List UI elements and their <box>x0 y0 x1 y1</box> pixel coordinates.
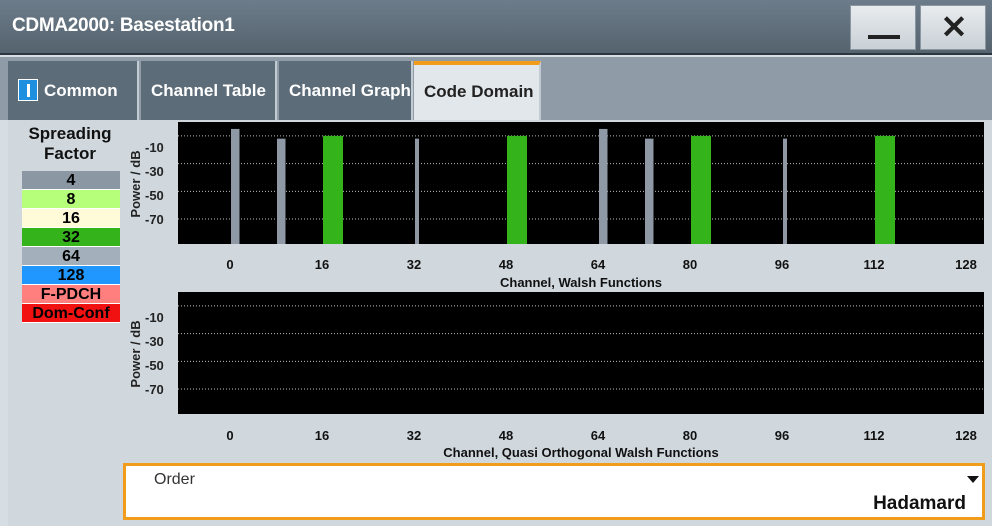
upper-y-tick: -30 <box>145 164 164 179</box>
x-tick-label: 32 <box>406 428 422 443</box>
upper-y-axis-label: Power / dB <box>128 150 143 218</box>
channel-bar <box>507 135 527 244</box>
legend-item: 4 <box>22 171 120 190</box>
lower-y-tick: -10 <box>145 310 164 325</box>
upper-x-axis-label: Channel, Walsh Functions <box>499 275 663 290</box>
minimize-icon <box>868 35 900 39</box>
x-tick-label: 128 <box>955 257 977 272</box>
x-tick-label: 48 <box>498 257 514 272</box>
channel-bar <box>231 128 240 244</box>
close-icon: ✕ <box>940 9 968 45</box>
tab-channel-table[interactable]: Channel Table <box>141 61 277 120</box>
x-tick-label: 128 <box>955 428 977 443</box>
minimize-button[interactable] <box>850 5 916 50</box>
lower-y-tick: -30 <box>145 334 164 349</box>
upper-code-domain-plot <box>178 122 984 244</box>
x-tick-label: 96 <box>774 428 790 443</box>
x-tick-label: 48 <box>498 428 514 443</box>
tab-channel-table-label: Channel Table <box>151 81 266 100</box>
tab-code-domain[interactable]: Code Domain <box>414 61 541 120</box>
close-button[interactable]: ✕ <box>920 5 986 50</box>
upper-y-tick: -70 <box>145 212 164 227</box>
x-tick-label: 112 <box>863 428 885 443</box>
order-label: Order <box>154 471 195 488</box>
tab-common[interactable]: Common <box>8 61 139 120</box>
x-tick-label: 112 <box>863 257 885 272</box>
info-icon <box>18 78 38 101</box>
x-tick-label: 16 <box>314 428 330 443</box>
legend-item: 8 <box>22 190 120 209</box>
x-tick-label: 0 <box>226 428 234 443</box>
channel-bar <box>277 138 286 244</box>
x-tick-label: 64 <box>590 428 606 443</box>
tab-channel-graph-label: Channel Graph <box>289 81 411 100</box>
legend-item: 64 <box>22 247 120 266</box>
upper-plot-svg <box>178 128 984 244</box>
channel-bar <box>875 135 895 244</box>
channel-bar <box>599 128 608 244</box>
legend-item: 16 <box>22 209 120 228</box>
lower-plot-svg <box>178 305 984 390</box>
title-bar: CDMA2000: Basestation1 ✕ <box>0 0 992 55</box>
legend-item: 32 <box>22 228 120 247</box>
order-select[interactable]: Order Hadamard <box>123 463 985 520</box>
upper-y-tick: -10 <box>145 140 164 155</box>
x-tick-label: 0 <box>226 257 234 272</box>
lower-y-tick: -70 <box>145 382 164 397</box>
tab-strip: Common Channel Table Channel Graph Code … <box>0 57 992 120</box>
dropdown-caret-icon <box>967 476 979 483</box>
tab-code-domain-label: Code Domain <box>424 82 534 101</box>
x-tick-label: 80 <box>682 428 698 443</box>
legend-item: 128 <box>22 266 120 285</box>
lower-y-axis-label: Power / dB <box>128 320 143 388</box>
channel-bar <box>645 138 654 244</box>
legend-title: Spreading Factor <box>28 124 112 163</box>
lower-x-axis-label: Channel, Quasi Orthogonal Walsh Function… <box>443 445 719 460</box>
x-tick-label: 64 <box>590 257 606 272</box>
channel-bar <box>691 135 711 244</box>
x-tick-label: 80 <box>682 257 698 272</box>
x-tick-label: 16 <box>314 257 330 272</box>
channel-bar <box>783 138 787 244</box>
lower-y-tick: -50 <box>145 358 164 373</box>
x-tick-label: 96 <box>774 257 790 272</box>
legend-item: Dom-Conf <box>22 304 120 323</box>
tab-common-label: Common <box>44 81 118 100</box>
legend-item: F-PDCH <box>22 285 120 304</box>
lower-code-domain-plot <box>178 292 984 414</box>
tab-channel-graph[interactable]: Channel Graph <box>279 61 413 120</box>
order-value: Hadamard <box>873 493 966 514</box>
channel-bar <box>415 138 419 244</box>
channel-bar <box>323 135 343 244</box>
upper-y-tick: -50 <box>145 188 164 203</box>
x-tick-label: 32 <box>406 257 422 272</box>
window-title: CDMA2000: Basestation1 <box>12 15 235 36</box>
